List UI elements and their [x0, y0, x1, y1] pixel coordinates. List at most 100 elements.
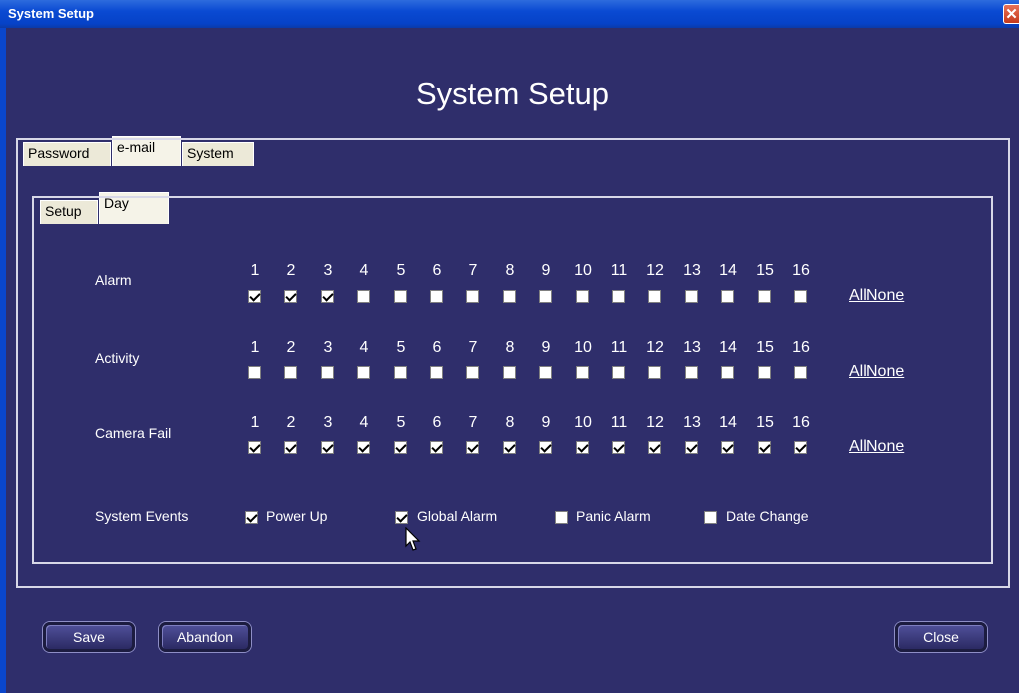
alarm-channel-checkbox[interactable]: [612, 290, 625, 303]
activity-channel-number: 5: [396, 339, 406, 356]
camera-fail-channel-number: 4: [359, 414, 369, 431]
global-alarm-checkbox[interactable]: [395, 511, 408, 524]
activity-channel-number: 1: [250, 339, 260, 356]
camera-fail-channel-checkbox[interactable]: [248, 441, 261, 454]
camera-fail-channel-checkbox[interactable]: [466, 441, 479, 454]
camera-fail-channel-checkbox[interactable]: [357, 441, 370, 454]
alarm-channel-number: 16: [792, 262, 810, 279]
camera-fail-channel-checkbox[interactable]: [284, 441, 297, 454]
activity-channel-number: 16: [792, 339, 810, 356]
alarm-channel-checkbox[interactable]: [284, 290, 297, 303]
activity-channel-checkbox[interactable]: [648, 366, 661, 379]
alarm-channel-checkbox[interactable]: [503, 290, 516, 303]
system-setup-window: System Setup ✕ System Setup Password e-m…: [0, 0, 1019, 693]
camera-fail-channel-number: 14: [719, 414, 737, 431]
camera-fail-channel-number: 8: [505, 414, 515, 431]
activity-channel-checkbox[interactable]: [284, 366, 297, 379]
activity-channel-checkbox[interactable]: [430, 366, 443, 379]
activity-channel-checkbox[interactable]: [503, 366, 516, 379]
activity-none-link[interactable]: None: [866, 363, 904, 381]
camera-fail-channel-number: 2: [286, 414, 296, 431]
camera-fail-channel-checkbox[interactable]: [539, 441, 552, 454]
alarm-all-link[interactable]: All: [849, 287, 867, 305]
camera-fail-channel-checkbox[interactable]: [648, 441, 661, 454]
power-up-checkbox[interactable]: [245, 511, 258, 524]
page-title: System Setup: [416, 76, 609, 111]
camera-fail-channel-checkbox[interactable]: [430, 441, 443, 454]
alarm-row-label: Alarm: [95, 272, 132, 288]
date-change-label: Date Change: [726, 508, 809, 524]
activity-channel-checkbox[interactable]: [466, 366, 479, 379]
activity-channel-checkbox[interactable]: [721, 366, 734, 379]
activity-channel-checkbox[interactable]: [321, 366, 334, 379]
camera-fail-channel-checkbox[interactable]: [321, 441, 334, 454]
activity-channel-checkbox[interactable]: [612, 366, 625, 379]
camera-fail-row-label: Camera Fail: [95, 425, 172, 441]
alarm-channel-checkbox[interactable]: [357, 290, 370, 303]
alarm-channel-checkbox[interactable]: [430, 290, 443, 303]
activity-row-label: Activity: [95, 350, 140, 366]
activity-channel-checkbox[interactable]: [539, 366, 552, 379]
camera-fail-channel-checkbox[interactable]: [503, 441, 516, 454]
camera-fail-channel-number: 5: [396, 414, 406, 431]
alarm-channel-number: 9: [541, 262, 551, 279]
alarm-channel-number: 1: [250, 262, 260, 279]
camera-fail-channel-number: 13: [683, 414, 701, 431]
activity-all-link[interactable]: All: [849, 363, 867, 381]
activity-channel-checkbox[interactable]: [685, 366, 698, 379]
camera-fail-all-link[interactable]: All: [849, 438, 867, 456]
title-bar[interactable]: System Setup ✕: [0, 0, 1019, 28]
panic-alarm-checkbox[interactable]: [555, 511, 568, 524]
alarm-none-link[interactable]: None: [866, 287, 904, 305]
activity-channel-number: 6: [432, 339, 442, 356]
camera-fail-channel-number: 15: [756, 414, 774, 431]
camera-fail-channel-checkbox[interactable]: [576, 441, 589, 454]
alarm-channel-number: 10: [574, 262, 592, 279]
alarm-channel-checkbox[interactable]: [794, 290, 807, 303]
alarm-channel-checkbox[interactable]: [721, 290, 734, 303]
panic-alarm-label: Panic Alarm: [576, 508, 651, 524]
alarm-channel-checkbox[interactable]: [539, 290, 552, 303]
alarm-channel-number: 6: [432, 262, 442, 279]
alarm-channel-checkbox[interactable]: [321, 290, 334, 303]
camera-fail-channel-number: 11: [610, 414, 628, 431]
camera-fail-channel-checkbox[interactable]: [612, 441, 625, 454]
activity-channel-checkbox[interactable]: [576, 366, 589, 379]
activity-channel-number: 10: [574, 339, 592, 356]
camera-fail-channel-checkbox[interactable]: [685, 441, 698, 454]
alarm-channel-checkbox[interactable]: [758, 290, 771, 303]
save-button[interactable]: Save: [43, 622, 135, 652]
activity-channel-checkbox[interactable]: [794, 366, 807, 379]
alarm-channel-checkbox[interactable]: [685, 290, 698, 303]
mouse-pointer-icon: [405, 527, 421, 551]
activity-channel-number: 9: [541, 339, 551, 356]
power-up-label: Power Up: [266, 508, 328, 524]
abandon-button[interactable]: Abandon: [159, 622, 251, 652]
alarm-channel-checkbox[interactable]: [648, 290, 661, 303]
camera-fail-channel-number: 16: [792, 414, 810, 431]
alarm-channel-checkbox[interactable]: [576, 290, 589, 303]
alarm-channel-checkbox[interactable]: [394, 290, 407, 303]
activity-channel-number: 8: [505, 339, 515, 356]
close-button[interactable]: Close: [895, 622, 987, 652]
camera-fail-channel-checkbox[interactable]: [794, 441, 807, 454]
camera-fail-channel-checkbox[interactable]: [721, 441, 734, 454]
alarm-channel-number: 13: [683, 262, 701, 279]
close-icon[interactable]: ✕: [1003, 4, 1019, 24]
alarm-channel-checkbox[interactable]: [466, 290, 479, 303]
alarm-channel-checkbox[interactable]: [248, 290, 261, 303]
alarm-channel-number: 12: [646, 262, 664, 279]
activity-channel-checkbox[interactable]: [758, 366, 771, 379]
alarm-channel-number: 5: [396, 262, 406, 279]
camera-fail-channel-checkbox[interactable]: [758, 441, 771, 454]
date-change-checkbox[interactable]: [704, 511, 717, 524]
activity-channel-checkbox[interactable]: [394, 366, 407, 379]
activity-channel-number: 7: [468, 339, 478, 356]
camera-fail-channel-number: 9: [541, 414, 551, 431]
activity-channel-checkbox[interactable]: [357, 366, 370, 379]
camera-fail-none-link[interactable]: None: [866, 438, 904, 456]
activity-channel-checkbox[interactable]: [248, 366, 261, 379]
alarm-channel-number: 2: [286, 262, 296, 279]
global-alarm-label: Global Alarm: [417, 508, 498, 524]
camera-fail-channel-checkbox[interactable]: [394, 441, 407, 454]
